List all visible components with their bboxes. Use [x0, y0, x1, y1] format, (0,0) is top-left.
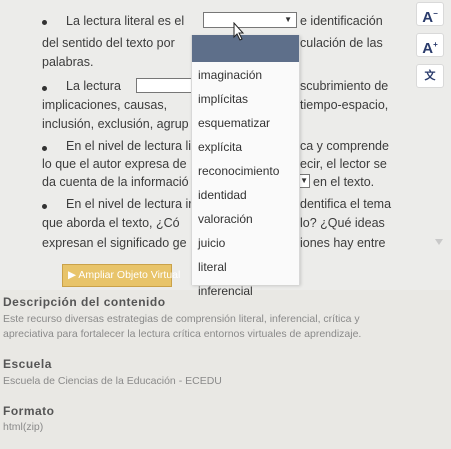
increase-font-button[interactable]: A+ [416, 33, 444, 57]
expand-button-label: ▶ Ampliar Objeto Virtual [68, 269, 181, 281]
dropdown-option[interactable]: implícitas [198, 92, 248, 106]
font-decrease-icon: A [422, 9, 434, 26]
p2-line2-text: implicaciones, causas, [42, 98, 168, 112]
p3-line2-post: ecir, el lector se [300, 157, 387, 171]
dropdown-option[interactable]: literal [198, 260, 227, 274]
blank-select-1[interactable]: ▼ [203, 12, 297, 28]
decrease-font-button[interactable]: A− [416, 2, 444, 26]
dropdown-option[interactable]: explícita [198, 140, 242, 154]
dropdown-option[interactable]: identidad [198, 188, 247, 202]
p1-line1-text: La lectura literal es el [66, 14, 185, 28]
cursor-icon [233, 22, 245, 41]
p4-line2-text: que aborda el texto, ¿Có [42, 216, 180, 230]
bullet [42, 20, 47, 25]
p3-line1-text: En el nivel de lectura lit [66, 139, 195, 153]
bullet [42, 86, 47, 91]
dropdown-option[interactable]: reconocimiento [198, 164, 279, 178]
dropdown-option[interactable]: juicio [198, 236, 225, 250]
p3-line2-text: lo que el autor expresa de [42, 157, 187, 171]
blank-select-2[interactable] [136, 78, 193, 93]
dropdown-option[interactable]: esquematizar [198, 116, 270, 130]
dropdown-option[interactable]: inferencial [198, 284, 253, 298]
bullet [42, 204, 47, 209]
p2-line2-post: tiempo-espacio, [300, 98, 389, 112]
p1-line1-post: e identificación [300, 14, 383, 28]
school-value: Escuela de Ciencias de la Educación - EC… [3, 375, 222, 387]
p2-line1-post: scubrimiento de [300, 79, 389, 93]
blank-dropdown-list[interactable]: imaginación implícitas esquematizar expl… [191, 35, 300, 298]
translate-icon: 文 [424, 70, 436, 82]
p4-line3-post: iones hay entre [300, 236, 386, 250]
p2-line1-text: La lectura [66, 79, 121, 93]
accessibility-toolbar: A− A+ 文 [400, 0, 451, 290]
p4-line1-post: dentifica el tema [300, 197, 392, 211]
p3-line1-post: ca y comprende [300, 139, 389, 153]
p4-line3-text: expresan el significado ge [42, 236, 187, 250]
format-title: Formato [3, 404, 55, 418]
bullet [42, 146, 47, 151]
translate-button[interactable]: 文 [416, 64, 444, 88]
font-increase-icon: A [422, 40, 434, 57]
dropdown-option[interactable]: valoración [198, 212, 253, 226]
format-value: html(zip) [3, 421, 44, 433]
description-line2: apreciativa para fortalecer la lectura c… [3, 328, 362, 340]
p1-line2-text: del sentido del texto por [42, 36, 175, 50]
p4-line2-post: lo? ¿Qué ideas [300, 216, 385, 230]
p1-line3-text: palabras. [42, 55, 94, 69]
p4-line1-text: En el nivel de lectura ir [66, 197, 193, 211]
p1-line2-post: culación de las [300, 36, 383, 50]
description-title: Descripción del contenido [3, 295, 166, 309]
dropdown-option[interactable]: imaginación [198, 68, 262, 82]
chevron-down-icon: ▼ [300, 176, 308, 185]
description-line1: Este recurso diversas estrategias de com… [3, 313, 360, 325]
p3-line3-post: en el texto. [313, 175, 375, 189]
school-title: Escuela [3, 357, 52, 371]
p2-line3-text: inclusión, exclusión, agrup [42, 117, 189, 131]
p3-line3-text: da cuenta de la informació [42, 175, 189, 189]
chevron-down-icon: ▼ [284, 15, 292, 24]
chevron-down-icon[interactable] [434, 238, 444, 246]
expand-virtual-object-button[interactable]: ▶ Ampliar Objeto Virtual [62, 264, 180, 287]
